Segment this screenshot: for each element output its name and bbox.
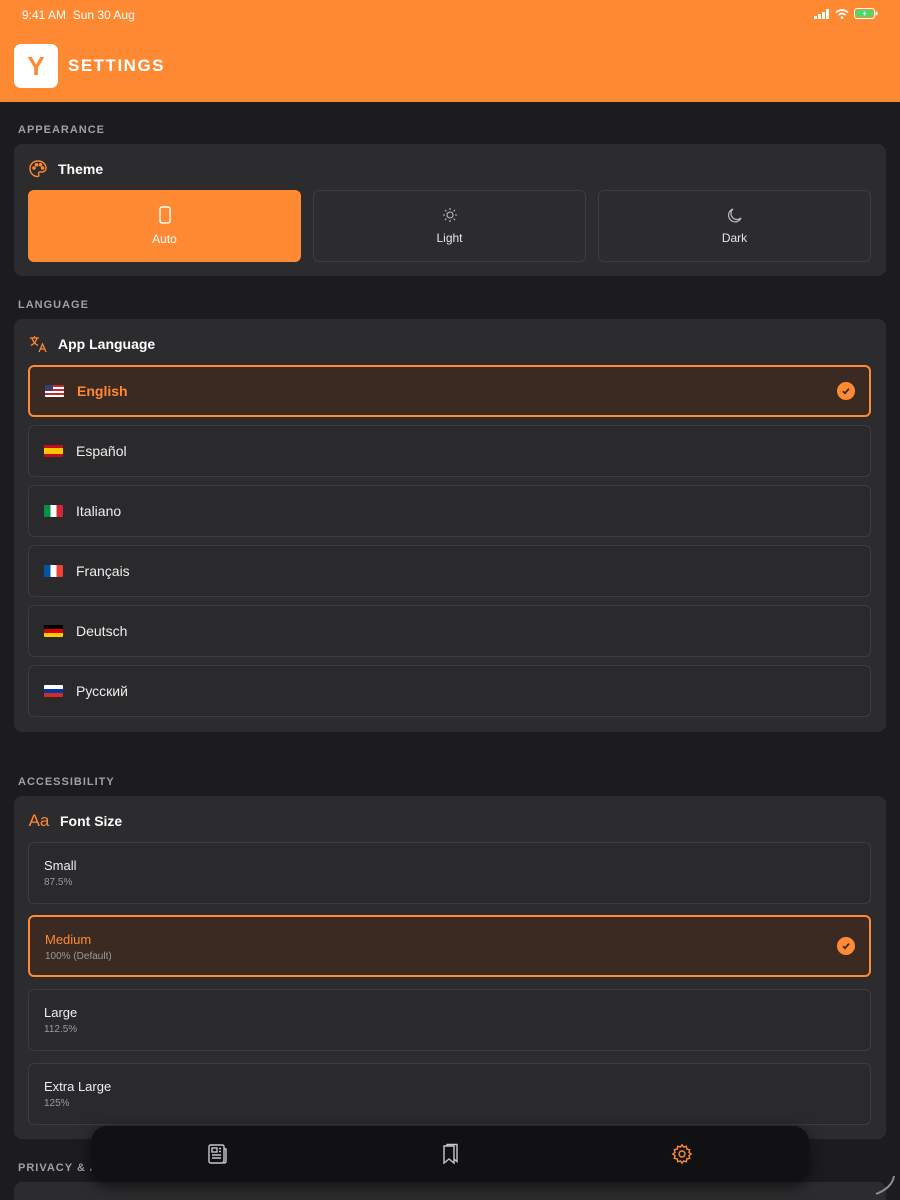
theme-option-label: Dark	[721, 231, 748, 245]
language-option-label: Français	[76, 563, 130, 579]
theme-option-label: Auto	[152, 232, 177, 246]
bookmarks-tab[interactable]	[438, 1142, 462, 1166]
language-option-italiano[interactable]: Italiano	[28, 485, 871, 537]
palette-icon	[28, 159, 48, 179]
font-size-option-small[interactable]: Small 87.5%	[28, 842, 871, 904]
fr-flag-icon	[44, 565, 63, 577]
us-flag-icon	[45, 385, 64, 397]
font-size-heading-label: Font Size	[60, 813, 123, 829]
font-size-icon: Aa	[28, 811, 50, 830]
app-header: 9:41 AM Sun 30 Aug Y SETTINGS	[0, 0, 900, 102]
language-option-label: Русский	[76, 683, 128, 699]
theme-option-label: Light	[436, 231, 463, 245]
battery-icon	[854, 8, 878, 19]
ru-flag-icon	[44, 685, 63, 697]
font-size-option-label: Extra Large	[44, 1079, 112, 1094]
language-option-label: Deutsch	[76, 623, 128, 639]
section-title-accessibility: ACCESSIBILITY	[18, 776, 115, 788]
section-title-language: LANGUAGE	[18, 299, 89, 311]
font-size-option-label: Small	[44, 858, 77, 873]
theme-card: Theme Auto Light Dark	[14, 144, 886, 276]
font-size-option-label: Large	[44, 1005, 78, 1020]
wifi-icon	[835, 8, 849, 19]
language-option-english[interactable]: English	[28, 365, 871, 417]
theme-heading-label: Theme	[58, 161, 104, 177]
translate-icon	[28, 334, 48, 354]
status-date: Sun 30 Aug	[72, 8, 135, 22]
status-time: 9:41 AM	[22, 8, 67, 22]
theme-option-auto[interactable]: Auto	[28, 190, 301, 262]
signal-icon	[814, 8, 829, 19]
sun-icon	[442, 208, 457, 222]
scroll-indicator-icon	[875, 1175, 895, 1195]
phone-icon	[158, 206, 171, 224]
language-heading: App Language	[28, 334, 155, 354]
settings-icon	[671, 1143, 693, 1165]
language-option-label: English	[77, 383, 128, 399]
language-option-francais[interactable]: Français	[28, 545, 871, 597]
status-time-date: 9:41 AM Sun 30 Aug	[22, 8, 135, 22]
page-title: SETTINGS	[68, 56, 166, 75]
font-size-option-value: 112.5%	[44, 1024, 78, 1035]
language-heading-label: App Language	[58, 336, 156, 352]
app-logo[interactable]: Y	[14, 44, 58, 88]
language-option-russkiy[interactable]: Русский	[28, 665, 871, 717]
font-size-option-value: 100% (Default)	[45, 951, 112, 962]
section-title-appearance: APPEARANCE	[18, 124, 106, 136]
bottom-tab-bar	[91, 1126, 809, 1182]
theme-heading: Theme	[28, 159, 103, 179]
theme-option-dark[interactable]: Dark	[598, 190, 871, 262]
it-flag-icon	[44, 505, 63, 517]
status-indicators	[814, 8, 878, 19]
font-size-card: Aa Font Size Small 87.5% Medium 100% (De…	[14, 796, 886, 1139]
privacy-card	[14, 1182, 886, 1200]
font-size-heading: Aa Font Size	[28, 811, 123, 831]
language-card: App Language English Español Italiano Fr…	[14, 319, 886, 732]
font-size-option-extra-large[interactable]: Extra Large 125%	[28, 1063, 871, 1125]
news-icon	[208, 1144, 227, 1164]
es-flag-icon	[44, 445, 63, 457]
checkmark-icon	[837, 937, 855, 955]
bookmarks-icon	[443, 1143, 458, 1165]
font-size-option-label: Medium	[45, 932, 92, 947]
theme-option-light[interactable]: Light	[313, 190, 586, 262]
checkmark-icon	[837, 382, 855, 400]
de-flag-icon	[44, 625, 63, 637]
language-option-deutsch[interactable]: Deutsch	[28, 605, 871, 657]
news-tab[interactable]	[205, 1142, 229, 1166]
language-option-label: Italiano	[76, 503, 122, 519]
font-size-option-medium[interactable]: Medium 100% (Default)	[28, 915, 871, 977]
language-option-espanol[interactable]: Español	[28, 425, 871, 477]
font-size-option-large[interactable]: Large 112.5%	[28, 989, 871, 1051]
moon-icon	[727, 208, 742, 223]
section-title-privacy: PRIVACY & A	[18, 1162, 99, 1174]
font-size-option-value: 125%	[44, 1098, 70, 1109]
font-size-option-value: 87.5%	[44, 877, 73, 888]
settings-tab[interactable]	[670, 1142, 694, 1166]
language-option-label: Español	[76, 443, 127, 459]
